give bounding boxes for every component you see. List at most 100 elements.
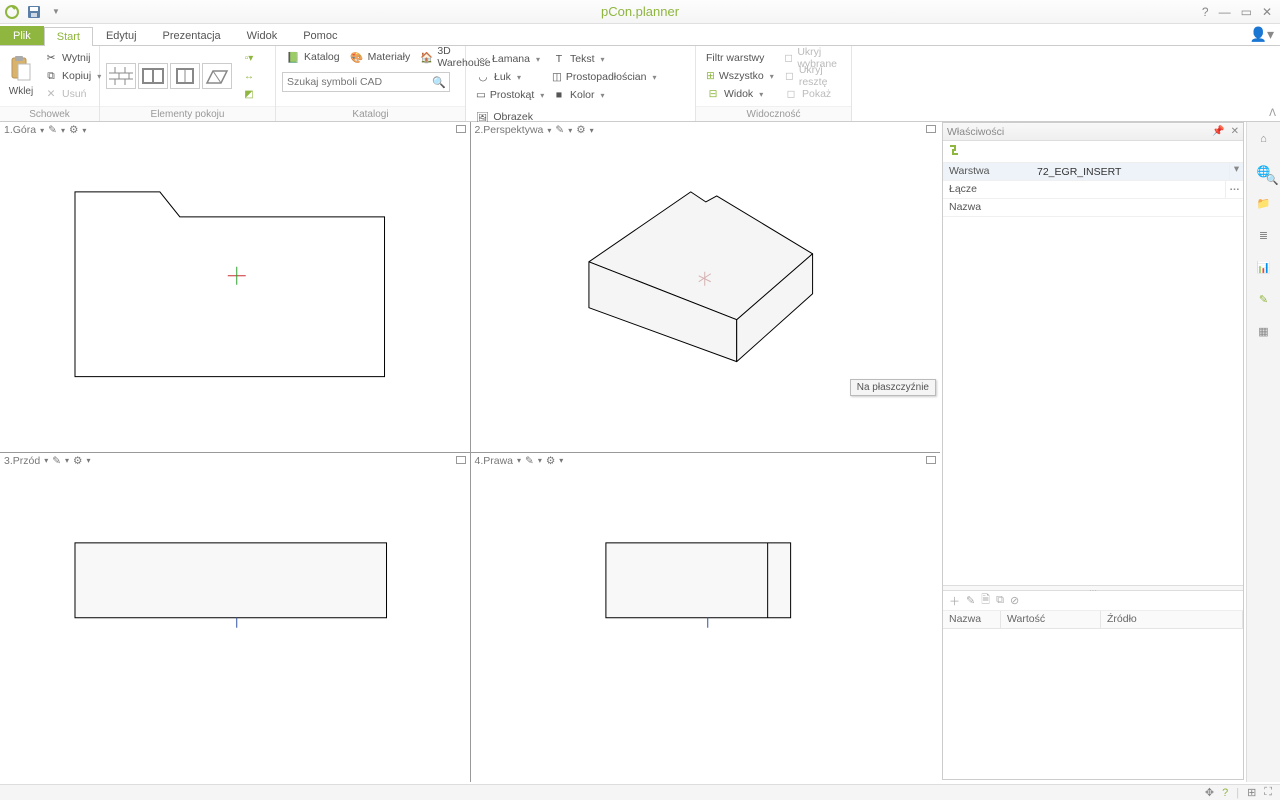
arc-button[interactable]: ◡Łuk▾: [472, 68, 544, 86]
vp-gear-icon[interactable]: ⚙: [546, 455, 555, 467]
vp-gear-icon[interactable]: ⚙: [69, 124, 78, 136]
vp-front-label[interactable]: 3.Przód: [4, 455, 40, 467]
materials-icon: 🎨: [350, 50, 364, 64]
vp-right-label[interactable]: 4.Prawa: [475, 455, 514, 467]
vp-render-icon[interactable]: ✎: [525, 455, 534, 467]
materials-button[interactable]: 🎨Materiały: [346, 48, 415, 66]
attach-body: [943, 629, 1243, 779]
maximize-icon[interactable]: ▭: [1241, 5, 1252, 19]
prop-link-key: Łącze: [943, 181, 1033, 198]
titlebar: ▼ pCon.planner ? — ▭ ✕: [0, 0, 1280, 24]
paste-button[interactable]: Wklej: [6, 48, 36, 104]
status-move-icon[interactable]: ✥: [1205, 786, 1214, 799]
prop-link-browse[interactable]: …: [1225, 181, 1243, 198]
tab-start[interactable]: Start: [44, 27, 93, 46]
copy-icon: ⧉: [44, 69, 58, 83]
vp-maximize-icon[interactable]: [456, 456, 466, 464]
side-brush-icon[interactable]: ✎: [1251, 286, 1277, 312]
text-button[interactable]: TTekst▾: [548, 50, 652, 68]
tab-presentation[interactable]: Prezentacja: [150, 26, 234, 45]
ribbon-collapse-icon[interactable]: ᐱ: [1269, 108, 1276, 119]
tab-view[interactable]: Widok: [234, 26, 291, 45]
vp-maximize-icon[interactable]: [926, 125, 936, 133]
wall-button[interactable]: [106, 63, 136, 89]
prop-layer-dropdown[interactable]: ▾: [1229, 163, 1243, 180]
attach-doc-icon[interactable]: 🗎: [981, 591, 990, 610]
prop-layer-key: Warstwa: [943, 163, 1033, 180]
panel-pin-icon[interactable]: 📌: [1212, 126, 1224, 137]
vp-render-icon[interactable]: ✎: [52, 455, 61, 467]
help-icon[interactable]: ?: [1202, 5, 1209, 19]
all-button[interactable]: ⊞Wszystko▾: [702, 67, 776, 85]
group-label-clipboard: Schowek: [0, 106, 99, 121]
attach-col-value[interactable]: Wartość: [1001, 611, 1101, 628]
status-full-icon[interactable]: ⛶: [1264, 786, 1272, 799]
dimension-button[interactable]: ↔: [240, 68, 258, 84]
search-icon[interactable]: 🔍: [429, 76, 449, 89]
tab-edit[interactable]: Edytuj: [93, 26, 150, 45]
vp-render-icon[interactable]: ✎: [48, 124, 57, 136]
room-button[interactable]: [138, 63, 168, 89]
vp-maximize-icon[interactable]: [456, 125, 466, 133]
add-element-button[interactable]: ▫▾: [240, 50, 258, 66]
view-button[interactable]: ⊟Widok▾: [702, 85, 776, 103]
attach-add-icon[interactable]: ＋: [949, 593, 960, 609]
attach-del-icon[interactable]: ⊘: [1010, 594, 1019, 607]
attach-edit-icon[interactable]: ✎: [966, 594, 975, 607]
save-icon[interactable]: [26, 4, 42, 20]
layer-filter-button[interactable]: Filtr warstwy: [702, 49, 776, 67]
side-layers-icon[interactable]: ≣: [1251, 222, 1277, 248]
attach-col-source[interactable]: Źródło: [1101, 611, 1243, 628]
rect-button[interactable]: ▭Prostokąt▾: [472, 86, 544, 104]
prop-layer-value[interactable]: 72_EGR_INSERT: [1037, 166, 1121, 178]
side-stack-icon[interactable]: ▦: [1251, 318, 1277, 344]
copy-button[interactable]: ⧉Kopiuj▾: [40, 67, 105, 85]
view-icon: ⊟: [706, 87, 720, 101]
vp-gear-icon[interactable]: ⚙: [73, 455, 82, 467]
panel-close-icon[interactable]: ✕: [1231, 126, 1239, 137]
status-grid-icon[interactable]: ⊞: [1247, 786, 1256, 799]
side-folder-icon[interactable]: 📁: [1251, 190, 1277, 216]
cad-search-input[interactable]: [283, 76, 429, 88]
viewport-area: 1.Góra▾ ✎▾ ⚙▾ 2.Perspektywa▾ ✎▾ ⚙▾ Na pł…: [0, 122, 940, 782]
viewport-perspective[interactable]: 2.Perspektywa▾ ✎▾ ⚙▾ Na płaszczyźnie: [471, 122, 941, 452]
box-icon: ◫: [552, 70, 562, 84]
floor-button[interactable]: ◩: [240, 86, 258, 102]
vp-maximize-icon[interactable]: [926, 456, 936, 464]
vp-top-label[interactable]: 1.Góra: [4, 124, 36, 136]
side-chart-icon[interactable]: 📊: [1251, 254, 1277, 280]
vp-render-icon[interactable]: ✎: [555, 124, 564, 136]
rect-icon: ▭: [476, 88, 486, 102]
close-icon[interactable]: ✕: [1262, 5, 1272, 19]
viewport-top[interactable]: 1.Góra▾ ✎▾ ⚙▾: [0, 122, 470, 452]
cut-button[interactable]: ✂Wytnij: [40, 49, 105, 67]
status-help-icon[interactable]: ?: [1222, 787, 1228, 799]
minimize-icon[interactable]: —: [1219, 5, 1231, 19]
viewport-right[interactable]: 4.Prawa▾ ✎▾ ⚙▾: [471, 453, 941, 783]
vp-persp-label[interactable]: 2.Perspektywa: [475, 124, 544, 136]
attach-col-name[interactable]: Nazwa: [943, 611, 1001, 628]
user-icon[interactable]: 👤▾: [1250, 26, 1274, 43]
ribbon: Wklej ✂Wytnij ⧉Kopiuj▾ ✕Usuń Schowek ▫▾ …: [0, 46, 1280, 122]
polyline-button[interactable]: 〰Łamana▾: [472, 50, 544, 68]
app-title: pCon.planner: [601, 4, 679, 19]
side-home-icon[interactable]: ⌂: [1251, 126, 1277, 152]
attach-copy-icon[interactable]: ⧉: [996, 594, 1004, 607]
prop-name-input[interactable]: [1037, 202, 1239, 214]
color-button[interactable]: ■Kolor▾: [548, 86, 652, 104]
box-button[interactable]: ◫Prostopadłościan▾: [548, 68, 652, 86]
cad-search[interactable]: 🔍: [282, 72, 450, 92]
qat-dropdown-icon[interactable]: ▼: [48, 4, 64, 20]
catalog-button[interactable]: 📗Katalog: [282, 48, 344, 66]
tab-help[interactable]: Pomoc: [290, 26, 350, 45]
side-toolbar: ⌂ 🌐🔍 📁 ≣ 📊 ✎ ▦: [1246, 122, 1280, 782]
delete-button: ✕Usuń: [40, 85, 105, 103]
tab-file[interactable]: Plik: [0, 26, 44, 45]
vp-gear-icon[interactable]: ⚙: [576, 124, 585, 136]
prop-link-input[interactable]: [1037, 184, 1221, 196]
side-globe-icon[interactable]: 🌐🔍: [1251, 158, 1277, 184]
window-button[interactable]: [202, 63, 232, 89]
props-refresh-icon[interactable]: [947, 143, 961, 160]
door-button[interactable]: [170, 63, 200, 89]
viewport-front[interactable]: 3.Przód▾ ✎▾ ⚙▾: [0, 453, 470, 783]
